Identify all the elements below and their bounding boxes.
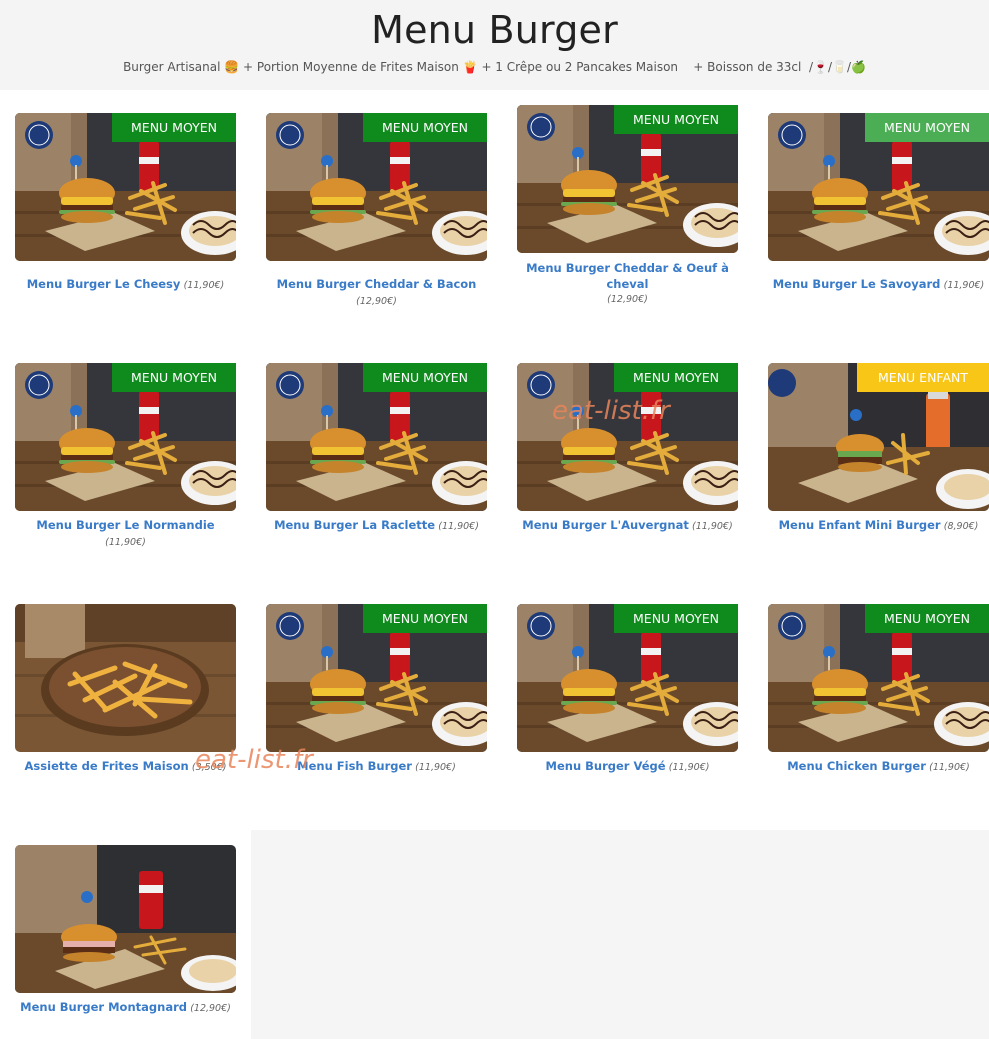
- menu-item-caption: Menu Burger Le Savoyard (11,90€): [768, 276, 989, 294]
- menu-item-name-link[interactable]: Menu Enfant Mini Burger: [779, 518, 941, 532]
- menu-item-photo[interactable]: [15, 604, 236, 752]
- menu-item-price: (11,90€): [105, 537, 146, 548]
- menu-item-price: (3,50€): [191, 762, 227, 773]
- menu-item-name-link[interactable]: Assiette de Frites Maison: [25, 759, 189, 773]
- menu-size-badge: MENU MOYEN: [865, 604, 989, 633]
- menu-size-badge: MENU MOYEN: [614, 105, 738, 134]
- menu-size-badge: MENU MOYEN: [363, 113, 487, 142]
- menu-item-name-link[interactable]: Menu Burger Cheddar & Bacon: [277, 277, 477, 291]
- menu-item-name-link[interactable]: Menu Burger Cheddar & Oeuf à cheval: [517, 260, 738, 292]
- menu-item-name-link[interactable]: Menu Burger La Raclette: [274, 518, 435, 532]
- menu-item-name-link[interactable]: Menu Burger Végé: [546, 759, 666, 773]
- menu-item-caption: Menu Burger Le Cheesy (11,90€): [15, 276, 236, 294]
- menu-size-badge: MENU MOYEN: [363, 363, 487, 392]
- menu-size-badge: MENU MOYEN: [614, 604, 738, 633]
- menu-size-badge: MENU MOYEN: [865, 113, 989, 142]
- menu-size-badge: MENU MOYEN: [363, 604, 487, 633]
- menu-item-name-link[interactable]: Menu Burger L'Auvergnat: [522, 518, 689, 532]
- empty-grid-area: [251, 830, 989, 1039]
- menu-item-price: (12,90€): [190, 1003, 231, 1014]
- menu-item-price: (11,90€): [929, 762, 970, 773]
- menu-item-caption: Menu Burger Cheddar & Bacon (12,90€): [266, 276, 487, 310]
- page-title: Menu Burger: [371, 8, 618, 52]
- page-subtitle: Burger Artisanal 🍔 + Portion Moyenne de …: [123, 60, 866, 74]
- menu-item-caption: Menu Burger Montagnard (12,90€): [15, 999, 236, 1017]
- menu-item-caption: Menu Burger Végé (11,90€): [517, 758, 738, 776]
- menu-size-badge: MENU MOYEN: [112, 363, 236, 392]
- menu-item-price: (11,90€): [415, 762, 456, 773]
- menu-item-name-link[interactable]: Menu Chicken Burger: [787, 759, 926, 773]
- menu-item-price: (11,90€): [692, 521, 733, 532]
- menu-item-name-link[interactable]: Menu Fish Burger: [297, 759, 412, 773]
- menu-item-price: (11,90€): [668, 762, 710, 773]
- menu-size-badge: MENU MOYEN: [614, 363, 738, 392]
- menu-item-price: (12,90€): [356, 296, 397, 307]
- menu-item-price: (11,90€): [438, 521, 479, 532]
- menu-item-caption: Menu Burger La Raclette (11,90€): [266, 517, 487, 535]
- menu-item-price: (8,90€): [943, 521, 979, 532]
- menu-item-caption: Menu Burger Le Normandie (11,90€): [15, 517, 236, 551]
- menu-item-caption: Menu Burger Cheddar & Oeuf à cheval (12,…: [517, 260, 738, 308]
- menu-item-photo[interactable]: [15, 845, 236, 993]
- menu-item-name-link[interactable]: Menu Burger Le Cheesy: [27, 277, 181, 291]
- page-header: Menu Burger Burger Artisanal 🍔 + Portion…: [0, 0, 989, 90]
- menu-item-name-link[interactable]: Menu Burger Montagnard: [20, 1000, 187, 1014]
- menu-item-caption: Menu Enfant Mini Burger (8,90€): [768, 517, 989, 535]
- menu-item-caption: Menu Fish Burger (11,90€): [266, 758, 487, 776]
- menu-item-caption: Menu Chicken Burger (11,90€): [768, 758, 989, 776]
- menu-size-badge: MENU MOYEN: [112, 113, 236, 142]
- menu-item-price: (12,90€): [607, 294, 648, 305]
- menu-item-name-link[interactable]: Menu Burger Le Savoyard: [773, 277, 941, 291]
- menu-item-caption: Assiette de Frites Maison (3,50€): [15, 758, 236, 776]
- menu-size-badge: MENU ENFANT: [857, 363, 989, 392]
- menu-item-price: (11,90€): [183, 280, 225, 291]
- menu-item-caption: Menu Burger L'Auvergnat (11,90€): [517, 517, 738, 535]
- menu-item-price: (11,90€): [943, 280, 985, 291]
- menu-item-name-link[interactable]: Menu Burger Le Normandie: [36, 518, 214, 532]
